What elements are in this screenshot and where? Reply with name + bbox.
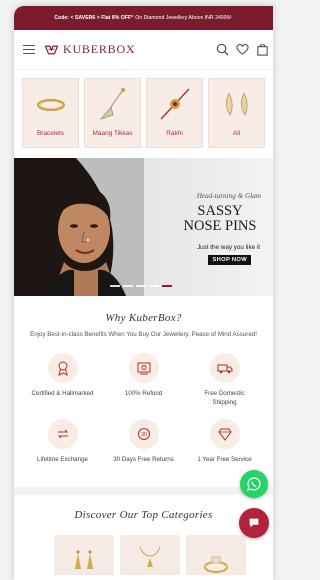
benefit-label: Lifetime Exchange [37, 456, 88, 463]
benefit-label: 100% Refund [124, 390, 163, 397]
bracelet-icon [36, 99, 65, 111]
search-icon[interactable] [216, 43, 229, 56]
rakhi-icon [159, 88, 190, 120]
benefit-label: 1 Year Free Service [197, 456, 252, 463]
benefit-item: 1 Year Free Service [184, 419, 265, 465]
category-label: All [232, 130, 241, 137]
shipping-icon [209, 353, 240, 383]
certified-icon [47, 353, 78, 383]
category-label: Rakhi [166, 130, 183, 137]
promo-bar[interactable]: Code: < SAVER6 > Flat 8% OFF* On Diamond… [14, 6, 273, 30]
header-actions [216, 43, 269, 56]
carousel-dots[interactable] [110, 285, 172, 287]
section-divider [14, 486, 273, 495]
logo[interactable]: KUBERBOX [44, 42, 135, 57]
bag-icon[interactable] [256, 43, 269, 56]
whatsapp-icon [247, 477, 261, 491]
why-title: Why KuberBox? [105, 312, 182, 324]
carousel-dot[interactable] [123, 285, 133, 287]
why-subtitle: Enjoy Best-in-class Benefits When You Bu… [30, 331, 257, 338]
model-image [14, 158, 144, 296]
discover-section: Discover Our Top Categories [14, 495, 273, 575]
earrings-icon [225, 92, 248, 116]
promo-code: Code: < SAVER6 > Flat 8% OFF* [54, 15, 134, 21]
top-category-thumb[interactable] [120, 534, 180, 575]
benefit-item: 100% Refund [103, 353, 184, 407]
earrings-icon [75, 549, 93, 569]
benefit-label: Certified & Hallmarked [31, 390, 94, 397]
maang-tikka-icon [99, 88, 125, 120]
hero-banner[interactable]: Head-turning & Glam SASSY NOSE PINS Just… [14, 158, 273, 296]
category-tile-bracelets[interactable]: Bracelets [22, 78, 79, 148]
category-label: Bracelets [36, 130, 65, 137]
site-header: KUBERBOX [14, 30, 273, 70]
menu-icon[interactable] [23, 45, 35, 54]
exchange-icon [47, 419, 78, 449]
banner-title-line2: NOSE PINS [183, 218, 257, 234]
category-tile-rakhi[interactable]: Rakhi [146, 78, 203, 148]
benefit-item: Certified & Hallmarked [22, 353, 103, 407]
carousel-dot[interactable] [149, 285, 159, 287]
chat-button[interactable] [239, 508, 269, 538]
benefit-label: 30 Days Free Returns [113, 456, 174, 463]
discover-title: Discover Our Top Categories [74, 508, 213, 521]
banner-title: SASSY NOSE PINS [176, 204, 264, 234]
category-strip: Bracelets Maang Tikkas Rakhi All [14, 70, 273, 158]
refund-icon [128, 353, 159, 383]
pendant-icon [139, 546, 161, 567]
carousel-dot[interactable] [136, 285, 146, 287]
top-category-thumb[interactable] [54, 534, 114, 575]
svg-text:30: 30 [141, 432, 147, 438]
logo-text: KUBERBOX [63, 42, 136, 56]
category-tile-all[interactable]: All [208, 78, 265, 148]
service-icon [209, 419, 240, 449]
category-tile-maang-tikkas[interactable]: Maang Tikkas [84, 78, 141, 148]
banner-subtitle: Head-turning & Glam [196, 192, 261, 200]
returns-icon: 30 [128, 419, 159, 449]
top-categories-row [14, 521, 273, 575]
benefit-label: Free Domestic Shipping [204, 390, 245, 406]
phone-frame: Code: < SAVER6 > Flat 8% OFF* On Diamond… [14, 6, 273, 580]
shop-now-button[interactable]: SHOP NOW [208, 255, 251, 265]
banner-tagline: Just the way you like it [197, 244, 260, 251]
benefit-item: Lifetime Exchange [22, 419, 103, 465]
whatsapp-button[interactable] [240, 470, 268, 498]
benefits-grid: Certified & Hallmarked 100% Refund Free … [14, 339, 273, 465]
why-section: Why KuberBox? Enjoy Best-in-class Benefi… [14, 296, 273, 339]
banner-title-line1: SASSY [197, 203, 243, 219]
logo-mark-icon [44, 45, 59, 54]
carousel-dot[interactable] [162, 285, 172, 287]
promo-offer: On Diamond Jewellery Above INR 24999/- [135, 15, 233, 21]
heart-icon[interactable] [236, 43, 249, 56]
benefit-item: 30 30 Days Free Returns [103, 419, 184, 465]
ring-icon [204, 556, 228, 573]
category-label: Maang Tikkas [92, 130, 133, 137]
chat-icon [249, 518, 259, 528]
benefit-item: Free Domestic Shipping [184, 353, 265, 407]
top-category-thumb[interactable] [186, 534, 246, 575]
carousel-dot[interactable] [110, 285, 120, 287]
